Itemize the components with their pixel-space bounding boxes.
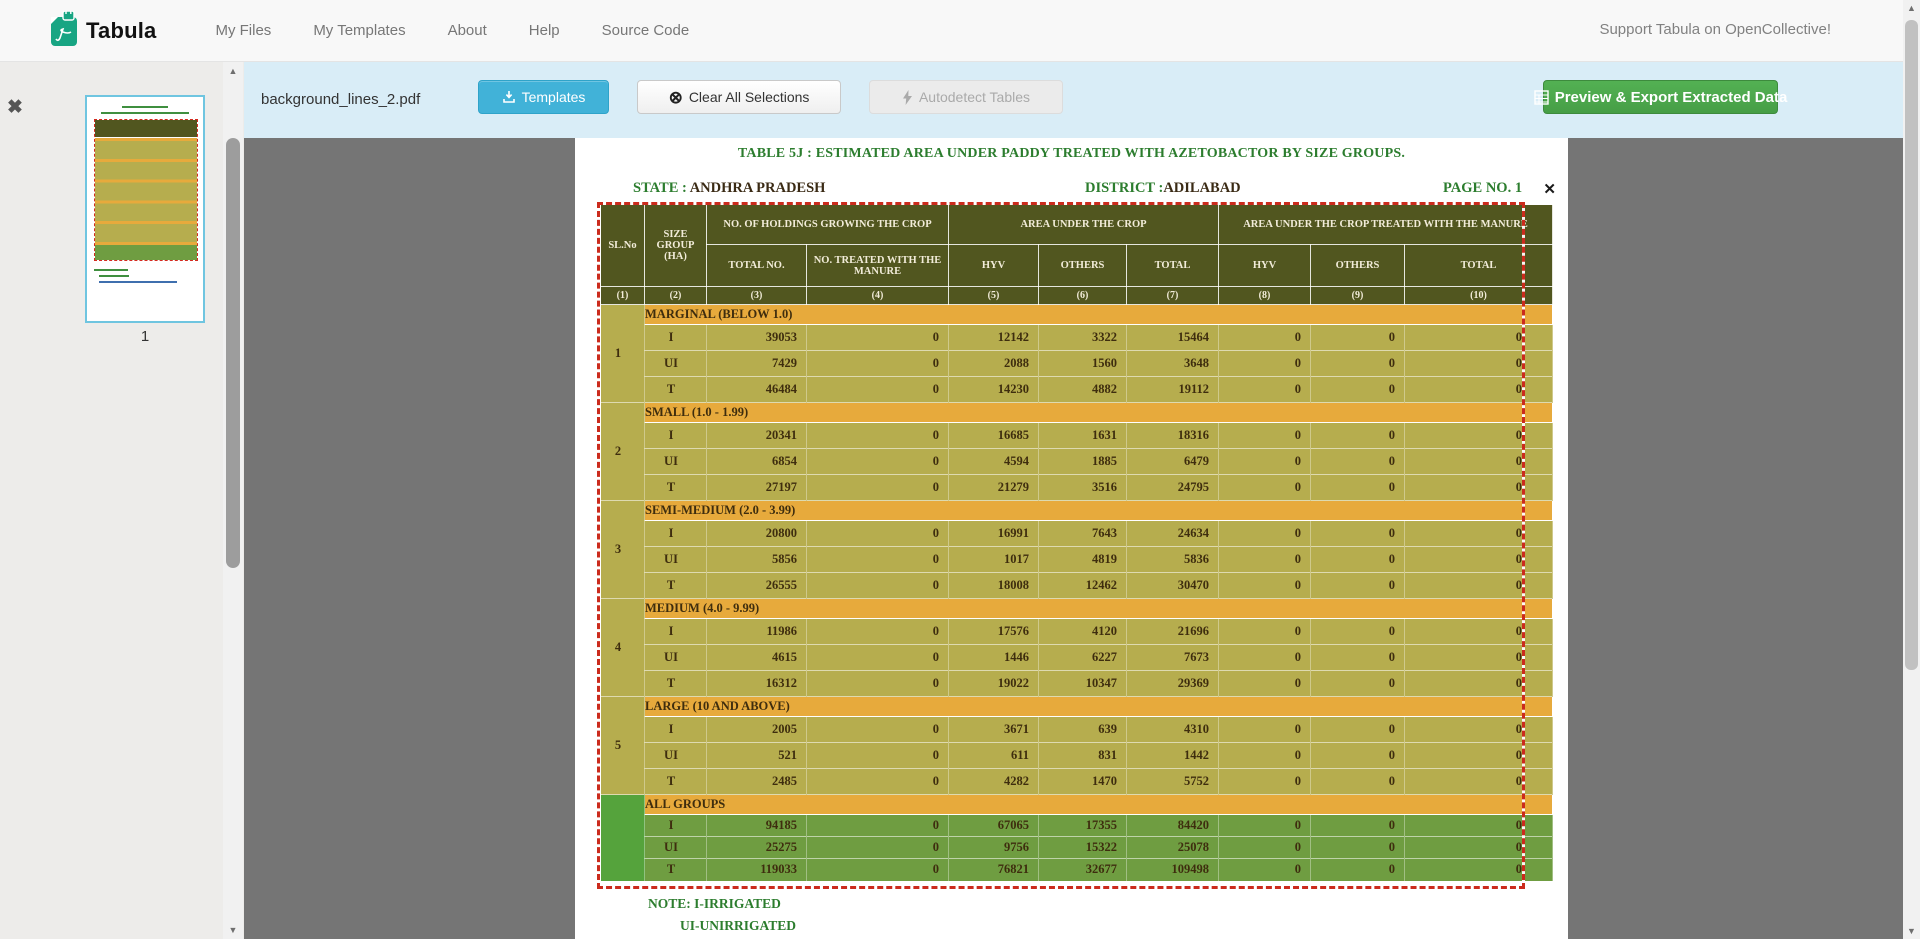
nav-item-about[interactable]: About [427,22,508,39]
state-field: STATE : ANDHRA PRADESH [633,180,825,197]
nav-item-my-templates[interactable]: My Templates [292,22,426,39]
open-filename: background_lines_2.pdf [261,91,420,108]
thumbnail-title-line [101,112,189,114]
lightning-icon [902,90,913,105]
district-value: ADILABAD [1163,180,1240,196]
district-field: DISTRICT :ADILABAD [1085,180,1241,197]
autodetect-label: Autodetect Tables [919,89,1030,105]
export-label: Preview & Export Extracted Data [1555,89,1788,106]
state-value: ANDHRA PRADESH [690,180,826,196]
sidebar-scrollbar[interactable]: ▲ ▼ [223,62,243,939]
page-thumbnail-1[interactable] [85,95,205,323]
thumbnail-title-line [122,106,168,108]
nav-item-source-code[interactable]: Source Code [581,22,711,39]
support-link[interactable]: Support Tabula on OpenCollective! [1599,21,1831,38]
selection-close-icon[interactable]: ✕ [1543,180,1556,198]
window-scrollbar[interactable]: ▲ ▼ [1903,0,1920,939]
document-title: TABLE 5J : ESTIMATED AREA UNDER PADDY TR… [575,146,1568,162]
thumbnail-page-number: 1 [85,328,205,345]
table-selection-box[interactable]: ✕ [597,202,1525,889]
page-number-label: PAGE NO. 1 [1443,180,1522,197]
pdf-viewport: TABLE 5J : ESTIMATED AREA UNDER PADDY TR… [244,138,1903,939]
navbar: Tabula My Files My Templates About Help … [0,0,1903,62]
scroll-up-icon[interactable]: ▲ [223,66,243,76]
thumbnail-table-footer [95,242,197,260]
nav-item-my-files[interactable]: My Files [194,22,292,39]
remove-page-icon[interactable]: ✖ [7,98,23,117]
tabula-logo-icon [46,11,77,51]
sidebar-scrollbar-thumb[interactable] [226,138,240,568]
thumbnail-table-header [95,120,197,138]
toolbar: background_lines_2.pdf Templates ⊗ Clear… [244,62,1903,138]
thumbnail-mini-table [94,119,198,261]
scroll-up-icon[interactable]: ▲ [1903,3,1920,13]
scroll-down-icon[interactable]: ▼ [223,925,243,935]
spreadsheet-icon [1534,90,1549,105]
window-scrollbar-thumb[interactable] [1905,20,1918,670]
district-label: DISTRICT : [1085,180,1163,196]
thumbnail-note-line [99,281,177,283]
brand-link[interactable]: Tabula [46,11,156,51]
scroll-down-icon[interactable]: ▼ [1903,926,1920,936]
tabula-app: Tabula My Files My Templates About Help … [0,0,1920,939]
upload-tray-icon [502,90,516,104]
nav-links: My Files My Templates About Help Source … [194,22,710,39]
thumbnail-note-line [94,269,128,271]
preview-export-button[interactable]: Preview & Export Extracted Data [1543,80,1778,114]
templates-button[interactable]: Templates [478,80,609,114]
thumbnail-note-line [99,275,129,277]
note-line-1: NOTE: I-IRRIGATED [648,896,781,912]
autodetect-tables-button[interactable]: Autodetect Tables [869,80,1063,114]
clear-circle-x-icon: ⊗ [669,89,683,106]
nav-item-help[interactable]: Help [508,22,581,39]
thumbnail-table-body [95,138,197,242]
pdf-page[interactable]: TABLE 5J : ESTIMATED AREA UNDER PADDY TR… [575,138,1568,939]
clear-all-selections-button[interactable]: ⊗ Clear All Selections [637,80,841,114]
clear-label: Clear All Selections [689,89,810,105]
templates-label: Templates [522,89,586,105]
page-thumbnails-sidebar: ✖ 1 ▲ ▼ [0,62,244,939]
note-line-2: UI-UNIRRIGATED [680,918,796,934]
brand-title: Tabula [86,18,156,44]
state-label: STATE : [633,180,687,196]
